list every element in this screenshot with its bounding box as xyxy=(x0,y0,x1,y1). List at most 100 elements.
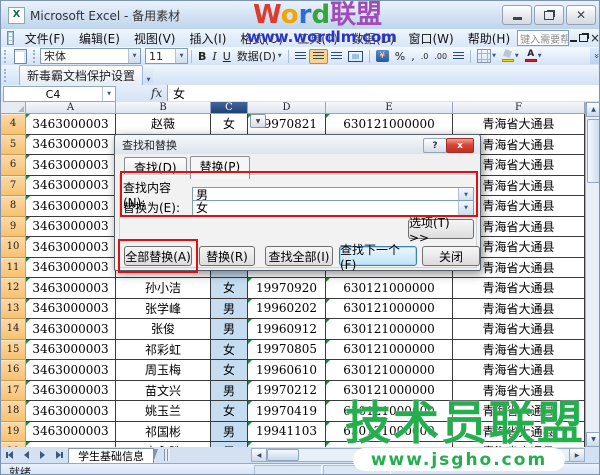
cell-A16[interactable]: 3463000003 xyxy=(26,360,116,381)
cell-B4[interactable]: 赵薇 xyxy=(116,114,211,135)
merge-center-button[interactable] xyxy=(345,49,366,64)
scroll-right-icon[interactable]: ▶ xyxy=(569,449,584,461)
replace-button[interactable]: 替换(R) xyxy=(199,246,255,266)
cell-A9[interactable]: 3463000003 xyxy=(26,217,116,238)
currency-button[interactable]: ¥ xyxy=(373,49,392,64)
menu-file[interactable]: 文件(F) xyxy=(18,29,72,48)
cell-C17[interactable]: 男 xyxy=(211,381,248,402)
row-header-10[interactable]: 10 xyxy=(1,237,26,258)
vertical-scrollbar[interactable]: ▲ ▼ xyxy=(585,102,600,447)
select-all-corner[interactable] xyxy=(1,102,26,114)
column-header-f[interactable]: F xyxy=(453,102,585,114)
find-next-button[interactable]: 查找下一个(F) xyxy=(339,246,417,266)
cell-F14[interactable]: 青海省大通县 xyxy=(453,319,585,340)
new-document-button[interactable] xyxy=(11,49,30,64)
cell-F16[interactable]: 青海省大通县 xyxy=(453,360,585,381)
minimize-button[interactable] xyxy=(502,5,532,25)
row-header-11[interactable]: 11 xyxy=(1,258,26,279)
options-button[interactable]: 选项(T) >> xyxy=(408,219,474,239)
cell-E12[interactable]: 630121000000 xyxy=(326,278,453,299)
cell-B12[interactable]: 孙小洁 xyxy=(116,278,211,299)
insert-function-icon[interactable]: fx xyxy=(151,86,162,100)
cell-E15[interactable]: 630121000000 xyxy=(326,340,453,361)
cell-A18[interactable]: 3463000003 xyxy=(26,401,116,422)
cell-F12[interactable]: 青海省大通县 xyxy=(453,278,585,299)
cell-D18[interactable]: 19970419 xyxy=(248,401,326,422)
cell-F15[interactable]: 青海省大通县 xyxy=(453,340,585,361)
font-name-select[interactable]: 宋体 xyxy=(40,48,141,64)
chevron-down-icon[interactable]: ▼ xyxy=(144,68,153,83)
scroll-left-icon[interactable]: ◀ xyxy=(252,449,267,461)
cell-D15[interactable]: 19970805 xyxy=(248,340,326,361)
cell-D12[interactable]: 19970920 xyxy=(248,278,326,299)
cell-D13[interactable]: 19960202 xyxy=(248,299,326,320)
vertical-scroll-thumb[interactable] xyxy=(587,119,600,183)
row-header-15[interactable]: 15 xyxy=(1,340,26,361)
cell-C19[interactable]: 男 xyxy=(211,422,248,443)
replace-all-button[interactable]: 全部替换(A) xyxy=(124,246,192,266)
increase-decimal-button[interactable]: .0 xyxy=(418,49,432,64)
borders-button[interactable]: ▼ xyxy=(474,49,499,64)
row-header-16[interactable]: 16 xyxy=(1,360,26,381)
cell-A8[interactable]: 3463000003 xyxy=(26,196,116,217)
cell-C18[interactable]: 女 xyxy=(211,401,248,422)
increase-indent-button[interactable] xyxy=(450,49,467,64)
row-header-13[interactable]: 13 xyxy=(1,299,26,320)
font-color-button[interactable]: A▼ xyxy=(522,49,545,64)
row-header-7[interactable]: 7 xyxy=(1,176,26,197)
cell-A6[interactable]: 3463000003 xyxy=(26,155,116,176)
doc-minimize-button[interactable] xyxy=(570,32,577,45)
tab-replace[interactable]: 替换(P) xyxy=(190,156,251,179)
cell-C16[interactable]: 女 xyxy=(211,360,248,381)
close-button[interactable]: ✕ xyxy=(566,5,596,25)
row-header-14[interactable]: 14 xyxy=(1,319,26,340)
cell-E14[interactable]: 630121000000 xyxy=(326,319,453,340)
menu-window[interactable]: 窗口(W) xyxy=(402,29,461,48)
cell-A10[interactable]: 3463000003 xyxy=(26,237,116,258)
name-box[interactable]: C4 xyxy=(3,86,116,102)
chevron-down-icon[interactable]: ▼ xyxy=(538,53,542,59)
italic-button[interactable]: I xyxy=(209,49,219,64)
cell-A17[interactable]: 3463000003 xyxy=(26,381,116,402)
row-header-9[interactable]: 9 xyxy=(1,217,26,238)
cell-A19[interactable]: 3463000003 xyxy=(26,422,116,443)
data-menu-button[interactable]: 数据(D)▼ xyxy=(234,49,285,64)
column-header-e[interactable]: E xyxy=(326,102,453,114)
cell-B17[interactable]: 苗文兴 xyxy=(116,381,211,402)
cell-B19[interactable]: 祁国彬 xyxy=(116,422,211,443)
cell-D14[interactable]: 19960912 xyxy=(248,319,326,340)
chevron-down-icon[interactable]: ▼ xyxy=(492,53,496,59)
cell-B18[interactable]: 姚玉兰 xyxy=(116,401,211,422)
antivirus-protect-button[interactable]: 新毒霸文档保护设置 xyxy=(19,65,143,86)
cell-B16[interactable]: 周玉梅 xyxy=(116,360,211,381)
row-header-18[interactable]: 18 xyxy=(1,401,26,422)
dialog-help-button[interactable]: ? xyxy=(423,138,447,153)
cell-D17[interactable]: 19970212 xyxy=(248,381,326,402)
menu-edit[interactable]: 编辑(E) xyxy=(72,29,127,48)
row-header-19[interactable]: 19 xyxy=(1,422,26,443)
cell-A13[interactable]: 3463000003 xyxy=(26,299,116,320)
scroll-down-icon[interactable]: ▼ xyxy=(586,432,600,447)
chevron-down-icon[interactable] xyxy=(175,49,187,63)
first-sheet-button[interactable] xyxy=(3,449,17,462)
cell-C13[interactable]: 男 xyxy=(211,299,248,320)
cell-C12[interactable]: 女 xyxy=(211,278,248,299)
column-header-a[interactable]: A xyxy=(26,102,116,114)
align-left-button[interactable] xyxy=(292,49,309,64)
menu-help[interactable]: 帮助(H) xyxy=(461,29,517,48)
comma-style-button[interactable]: , xyxy=(408,49,418,64)
bold-button[interactable]: B xyxy=(195,49,209,64)
align-center-button[interactable] xyxy=(309,49,328,64)
next-sheet-button[interactable] xyxy=(35,449,49,462)
cell-F4[interactable]: 青海省大通县 xyxy=(453,114,585,135)
doc-restore-button[interactable] xyxy=(579,32,588,45)
cell-F13[interactable]: 青海省大通县 xyxy=(453,299,585,320)
toolbar-options-button[interactable]: » xyxy=(590,48,600,64)
cell-A15[interactable]: 3463000003 xyxy=(26,340,116,361)
toolbar-grip[interactable] xyxy=(4,69,8,82)
menu-view[interactable]: 视图(V) xyxy=(127,29,183,48)
cell-B13[interactable]: 张学峰 xyxy=(116,299,211,320)
cell-E4[interactable]: 630121000000 xyxy=(326,114,453,135)
cell-D16[interactable]: 19960610 xyxy=(248,360,326,381)
toolbar-grip[interactable] xyxy=(33,50,37,63)
